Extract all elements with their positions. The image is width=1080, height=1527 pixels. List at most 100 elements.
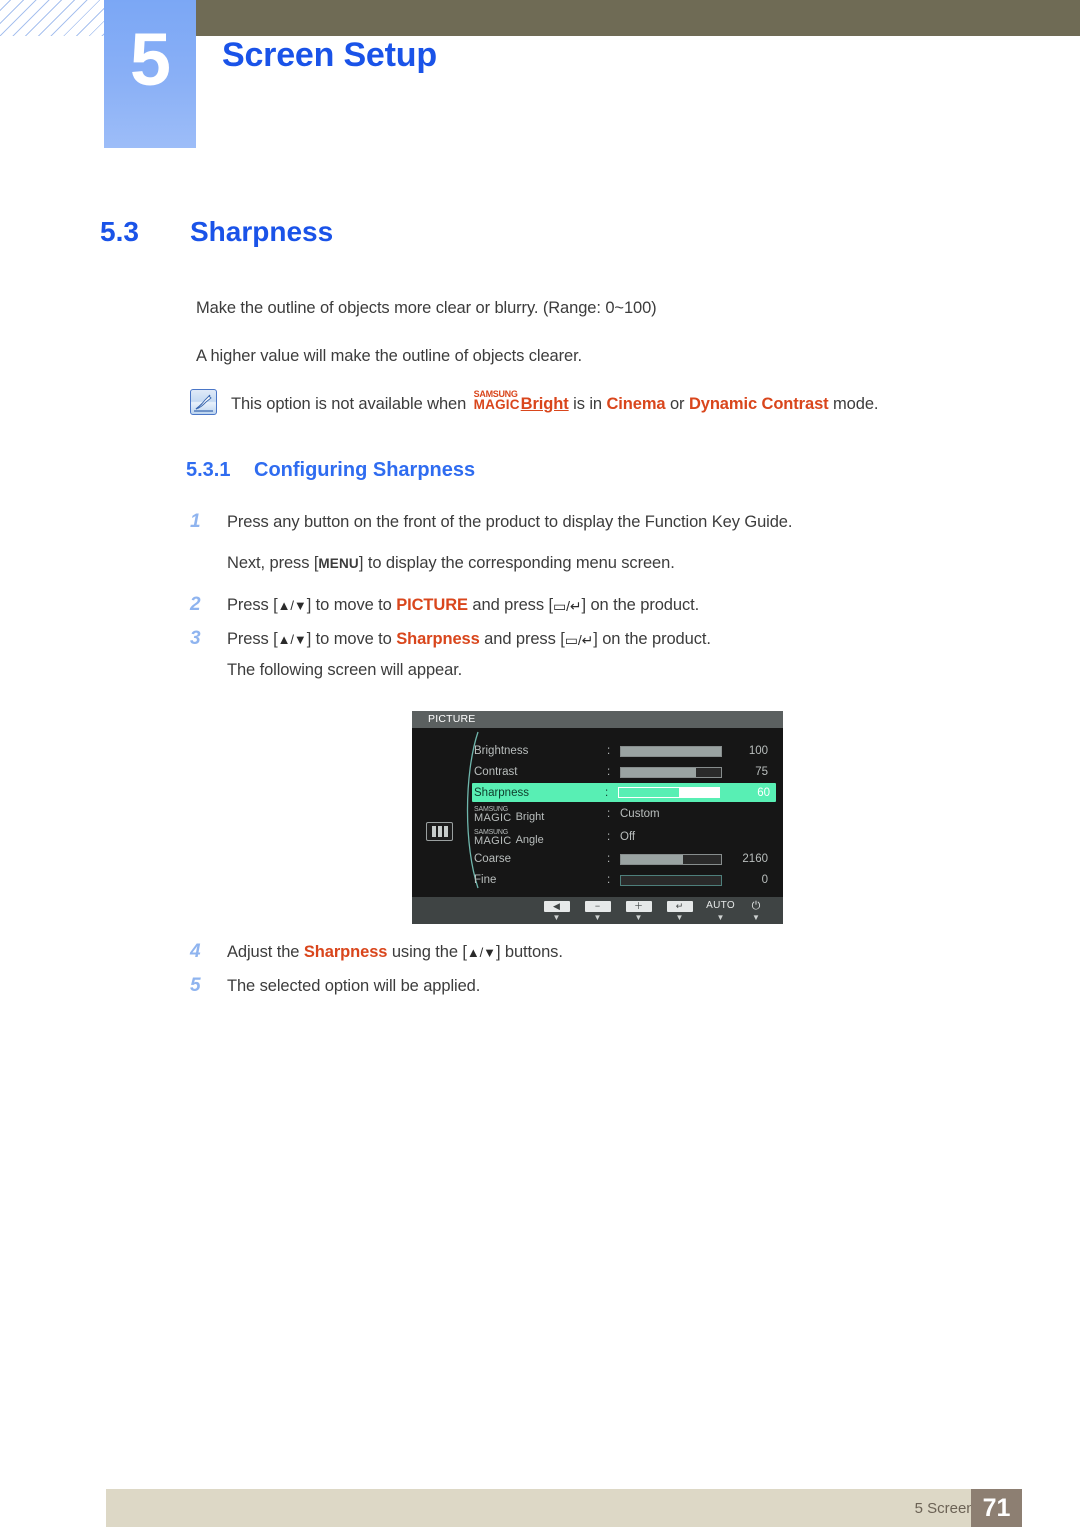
logo-suffix: Angle — [515, 833, 544, 846]
slider-fill — [619, 788, 679, 797]
enter-icon-glyph: ↵ — [666, 901, 693, 912]
plus-icon-glyph: ＋ — [625, 901, 652, 912]
step-target-sharpness: Sharpness — [396, 630, 480, 648]
header-olive-bar — [196, 0, 1080, 36]
slider-track — [620, 874, 722, 886]
enter-button[interactable]: ↵ ▼ — [659, 899, 700, 922]
step-pre: Press [ — [227, 596, 278, 614]
step-post: ] on the product. — [593, 630, 711, 648]
osd-row-fine[interactable]: Fine : 0 — [474, 870, 774, 890]
power-icon: ⏻ — [751, 900, 761, 912]
chapter-title: Screen Setup — [222, 36, 437, 74]
auto-button[interactable]: AUTO ▼ — [700, 899, 741, 922]
description-paragraph-2: A higher value will make the outline of … — [196, 347, 583, 365]
chevron-down-icon: ▼ — [752, 913, 760, 922]
note-pencil-glyph — [194, 394, 213, 412]
osd-value: 0 — [761, 874, 768, 886]
osd-value: 60 — [757, 786, 770, 799]
chevron-down-icon: ▼ — [552, 913, 561, 922]
magic-bright-label: Bright — [520, 395, 569, 413]
slider-fill — [621, 854, 683, 864]
slider-track — [618, 787, 720, 798]
step-item: 5 The selected option will be applied. — [190, 975, 480, 997]
samsung-magic-logo-osd: SAMSUNG MAGIC — [474, 829, 512, 847]
logo-suffix: Bright — [515, 810, 545, 823]
osd-slider-fine[interactable] — [620, 874, 728, 886]
step-text: Adjust the Sharpness using the [▲/▼] but… — [227, 943, 563, 962]
osd-label: Sharpness — [474, 786, 529, 799]
plus-icon: ＋ — [618, 899, 659, 913]
slider-fill — [621, 746, 721, 756]
step-post: ] on the product. — [581, 596, 700, 614]
back-button[interactable]: ◀ ▼ — [536, 899, 577, 922]
step-target-sharpness: Sharpness — [303, 943, 388, 961]
step-item: 1 Press any button on the front of the p… — [190, 511, 792, 533]
minus-icon: − — [577, 899, 618, 913]
osd-slider-coarse[interactable] — [620, 853, 728, 865]
slider-track — [620, 745, 722, 757]
osd-label: Contrast — [474, 766, 518, 778]
osd-colon: : — [607, 808, 611, 820]
slider-track — [620, 853, 722, 865]
picture-mode-icon — [426, 822, 453, 841]
minus-button[interactable]: − ▼ — [577, 899, 618, 922]
step-mid2: and press [ — [467, 596, 553, 614]
osd-row-magic-bright[interactable]: SAMSUNG MAGIC Bright : Custom — [474, 804, 774, 824]
section-title: Sharpness — [190, 216, 334, 247]
osd-colon: : — [607, 766, 611, 778]
subsection-number: 5.3.1 — [186, 459, 231, 481]
step-item: 2 Press [▲/▼] to move to PICTURE and pre… — [190, 594, 699, 616]
section-number: 5.3 — [100, 216, 139, 247]
step-number: 4 — [190, 941, 201, 962]
menu-enter-buttons-icon: ▭/↵ — [552, 598, 582, 614]
logo-magic-text: MAGIC — [474, 811, 512, 824]
osd-row-coarse[interactable]: Coarse : 2160 — [474, 849, 774, 869]
osd-label: SAMSUNG MAGIC Angle — [474, 829, 607, 847]
step-text: The selected option will be applied. — [227, 977, 481, 995]
minus-icon-glyph: − — [584, 901, 611, 912]
osd-colon: : — [605, 786, 609, 799]
step-mid: ] to move to — [306, 630, 397, 648]
osd-menu-screenshot: PICTURE Brightness : 100 Contrast : 75 S… — [412, 711, 783, 924]
chapter-number: 5 — [129, 18, 171, 101]
osd-value: 75 — [755, 766, 768, 778]
samsung-magic-logo-osd: SAMSUNG MAGIC — [474, 806, 512, 824]
power-button[interactable]: ⏻ ▼ — [741, 899, 771, 922]
osd-label: Coarse — [474, 853, 512, 865]
logo-magic-text: MAGIC — [473, 397, 520, 412]
magic-bright-osd-label: SAMSUNG MAGIC Bright — [474, 806, 607, 824]
osd-option-value: Custom — [620, 808, 660, 820]
osd-slider-brightness[interactable] — [620, 745, 728, 757]
step-pre: Press [ — [227, 630, 278, 648]
up-down-arrows-icon: ▲/▼ — [277, 632, 307, 647]
slider-fill — [621, 767, 696, 777]
note-text-before: This option is not available when — [231, 395, 471, 413]
back-icon-glyph: ◀ — [543, 901, 570, 912]
step-number: 3 — [190, 628, 201, 649]
note-mode-dynamic-contrast: Dynamic Contrast — [688, 395, 829, 413]
osd-colon: : — [607, 874, 611, 886]
samsung-magic-logo: SAMSUNG MAGIC — [473, 390, 520, 412]
osd-option-value: Off — [620, 831, 636, 843]
osd-row-sharpness[interactable]: Sharpness : 60 — [472, 783, 776, 802]
picture-mode-bar — [443, 826, 448, 837]
plus-button[interactable]: ＋ ▼ — [618, 899, 659, 922]
osd-row-brightness[interactable]: Brightness : 100 — [474, 741, 774, 761]
chevron-down-icon: ▼ — [634, 913, 643, 922]
osd-label: SAMSUNG MAGIC Bright — [474, 806, 607, 824]
osd-body: Brightness : 100 Contrast : 75 Sharpness… — [412, 728, 783, 897]
step-post: ] buttons. — [495, 943, 563, 961]
osd-row-magic-angle[interactable]: SAMSUNG MAGIC Angle : Off — [474, 827, 774, 847]
osd-slider-sharpness[interactable] — [618, 787, 726, 798]
chevron-down-icon: ▼ — [716, 913, 725, 922]
osd-value: 100 — [748, 745, 768, 757]
step-mid: using the [ — [387, 943, 467, 961]
step-text: Press [▲/▼] to move to Sharpness and pre… — [227, 630, 711, 649]
osd-colon: : — [607, 831, 611, 843]
osd-row-contrast[interactable]: Contrast : 75 — [474, 762, 774, 782]
picture-mode-bar — [437, 826, 442, 837]
chevron-down-icon: ▼ — [593, 913, 602, 922]
step-number: 1 — [190, 511, 201, 532]
footer-page-number: 71 — [971, 1489, 1022, 1527]
osd-slider-contrast[interactable] — [620, 766, 728, 778]
